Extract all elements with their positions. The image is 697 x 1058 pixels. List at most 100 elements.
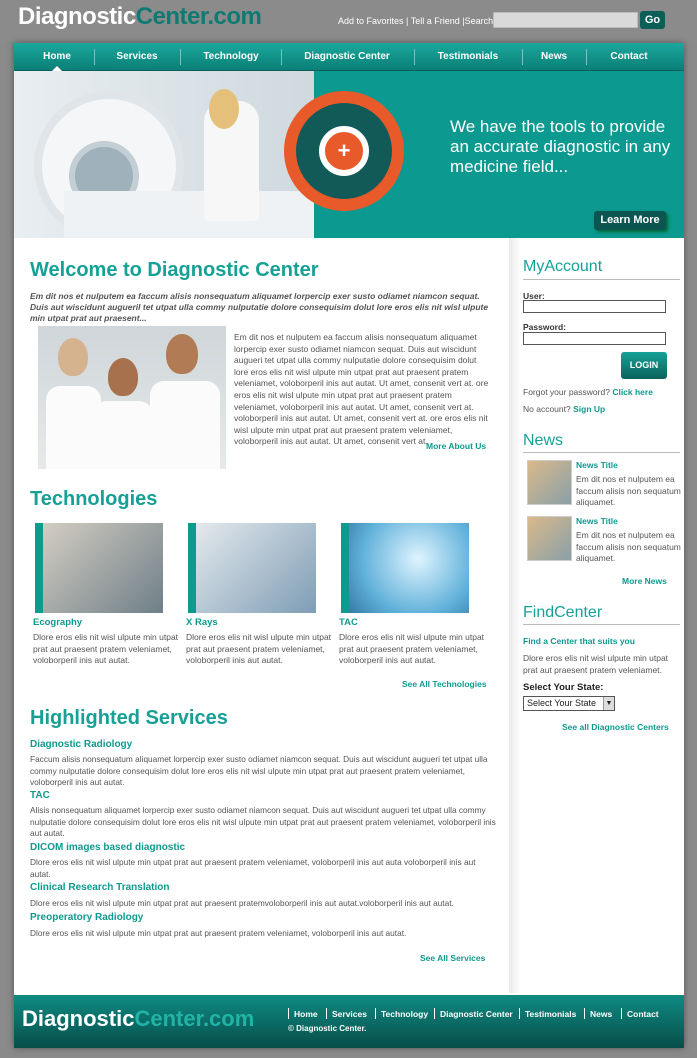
tech-title-ecography[interactable]: Ecography xyxy=(33,617,82,628)
myaccount-title: MyAccount xyxy=(523,258,603,275)
footer: DiagnosticCenter.com Home Services Techn… xyxy=(14,995,684,1048)
news-item-title[interactable]: News Title xyxy=(576,460,618,470)
technologies-title: Technologies xyxy=(30,488,158,510)
service-text: Dlore eros elis nit wisl ulpute min utpa… xyxy=(30,898,454,908)
search-go-button[interactable]: Go xyxy=(640,11,665,29)
forgot-password-row: Forgot your password? Click here xyxy=(523,387,653,397)
footer-nav-news[interactable]: News xyxy=(590,1009,612,1019)
tech-text: Dlore eros elis nit wisl ulpute min utpa… xyxy=(33,632,179,666)
nav-diagnostic-center[interactable]: Diagnostic Center xyxy=(287,43,407,71)
state-label: Select Your State: xyxy=(523,682,604,693)
doctors-photo xyxy=(38,326,226,469)
nav-separator xyxy=(94,49,95,65)
footer-logo[interactable]: DiagnosticCenter.com xyxy=(22,1005,254,1033)
username-field[interactable] xyxy=(523,300,666,313)
nav-separator xyxy=(180,49,181,65)
news-item-text: Em dit nos et nulputem ea faccum alisis … xyxy=(576,474,681,507)
see-all-technologies-link[interactable]: See All Technologies xyxy=(402,679,487,689)
tech-title-xrays[interactable]: X Rays xyxy=(186,617,218,628)
footer-nav-services[interactable]: Services xyxy=(332,1009,367,1019)
footer-nav-testimonials[interactable]: Testimonials xyxy=(525,1009,576,1019)
news-item-text: Em dit nos et nulputem ea faccum alisis … xyxy=(576,530,681,563)
hero-banner: + We have the tools to provide an accura… xyxy=(14,71,684,238)
divider xyxy=(523,452,680,453)
forgot-text: Forgot your password? xyxy=(523,387,610,397)
state-select[interactable]: Select Your State ▼ xyxy=(523,696,615,711)
footer-nav-diagnostic-center[interactable]: Diagnostic Center xyxy=(440,1009,513,1019)
chevron-down-icon: ▼ xyxy=(603,697,614,710)
service-title[interactable]: TAC xyxy=(30,790,50,801)
nav-services[interactable]: Services xyxy=(100,43,174,71)
nav-separator xyxy=(414,49,415,65)
top-bar: DiagnosticCenter.com Add to Favorites | … xyxy=(0,0,697,42)
service-text: Faccum alisis nonsequatum aliquamet lorp… xyxy=(30,754,488,788)
welcome-title: Welcome to Diagnostic Center xyxy=(30,259,319,281)
service-title[interactable]: Preoperatory Radiology xyxy=(30,912,143,923)
password-field[interactable] xyxy=(523,332,666,345)
top-links[interactable]: Add to Favorites | Tell a Friend |Search… xyxy=(338,16,496,26)
state-select-value: Select Your State xyxy=(527,698,597,708)
footer-logo-part2: Center.com xyxy=(134,1006,255,1031)
site-logo[interactable]: DiagnosticCenter.com xyxy=(18,2,262,32)
findcenter-subtitle: Find a Center that suits you xyxy=(523,636,635,646)
footer-nav-technology[interactable]: Technology xyxy=(381,1009,428,1019)
footer-separator xyxy=(288,1008,289,1019)
service-text: Dlore eros elis nit wisl ulpute min utpa… xyxy=(30,857,476,879)
news-title: News xyxy=(523,432,564,449)
login-button[interactable]: LOGIN xyxy=(621,352,667,379)
welcome-body: Em dit nos et nulputem ea faccum alisis … xyxy=(234,332,489,447)
hero-mri-image xyxy=(14,71,314,238)
signup-row: No account? Sign Up xyxy=(523,404,605,414)
divider xyxy=(523,279,680,280)
hero-headline: We have the tools to provide an accurate… xyxy=(450,117,671,176)
logo-text-part1: Diagnostic xyxy=(18,3,136,30)
medical-cross-icon: + xyxy=(337,138,351,163)
nav-technology[interactable]: Technology xyxy=(186,43,276,71)
footer-separator xyxy=(375,1008,376,1019)
search-input[interactable] xyxy=(493,12,638,28)
welcome-lead: Em dit nos et nulputem ea faccum alisis … xyxy=(30,291,489,323)
footer-nav-home[interactable]: Home xyxy=(294,1009,318,1019)
footer-nav-contact[interactable]: Contact xyxy=(627,1009,659,1019)
no-account-text: No account? xyxy=(523,404,571,414)
tac-image[interactable] xyxy=(341,523,469,613)
nav-news[interactable]: News xyxy=(528,43,580,71)
footer-logo-part1: Diagnostic xyxy=(22,1006,135,1031)
main-nav: Home Services Technology Diagnostic Cent… xyxy=(14,43,684,71)
news-thumbnail[interactable] xyxy=(527,516,572,561)
footer-separator xyxy=(326,1008,327,1019)
nav-separator xyxy=(586,49,587,65)
more-about-us-link[interactable]: More About Us xyxy=(426,441,486,451)
services-title: Highlighted Services xyxy=(30,707,228,729)
findcenter-title: FindCenter xyxy=(523,604,603,621)
footer-separator xyxy=(434,1008,435,1019)
ecography-image[interactable] xyxy=(35,523,163,613)
nav-separator xyxy=(522,49,523,65)
more-news-link[interactable]: More News xyxy=(622,576,667,586)
click-here-link[interactable]: Click here xyxy=(612,387,653,397)
service-title[interactable]: DICOM images based diagnostic xyxy=(30,842,185,853)
nav-contact[interactable]: Contact xyxy=(592,43,666,71)
logo-text-part2: Center.com xyxy=(135,3,262,30)
nav-testimonials[interactable]: Testimonials xyxy=(420,43,516,71)
news-thumbnail[interactable] xyxy=(527,460,572,505)
nav-separator xyxy=(281,49,282,65)
footer-separator xyxy=(584,1008,585,1019)
see-all-services-link[interactable]: See All Services xyxy=(420,953,485,963)
tech-text: Dlore eros elis nit wisl ulpute min utpa… xyxy=(186,632,332,666)
news-item-title[interactable]: News Title xyxy=(576,516,618,526)
footer-separator xyxy=(621,1008,622,1019)
copyright: © Diagnostic Center. xyxy=(288,1024,367,1033)
see-all-centers-link[interactable]: See all Diagnostic Centers xyxy=(562,722,669,732)
divider xyxy=(523,624,680,625)
tech-title-tac[interactable]: TAC xyxy=(339,617,358,628)
sign-up-link[interactable]: Sign Up xyxy=(573,404,605,414)
service-title[interactable]: Clinical Research Translation xyxy=(30,882,170,893)
xrays-image[interactable] xyxy=(188,523,316,613)
tech-text: Dlore eros elis nit wisl ulpute min utpa… xyxy=(339,632,485,666)
service-title[interactable]: Diagnostic Radiology xyxy=(30,739,132,750)
learn-more-button[interactable]: Learn More xyxy=(594,211,666,230)
service-text: Dlore eros elis nit wisl ulpute min utpa… xyxy=(30,928,407,938)
service-text: Alisis nonsequatum aliquamet lorpercip e… xyxy=(30,805,496,839)
password-label: Password: xyxy=(523,322,566,332)
